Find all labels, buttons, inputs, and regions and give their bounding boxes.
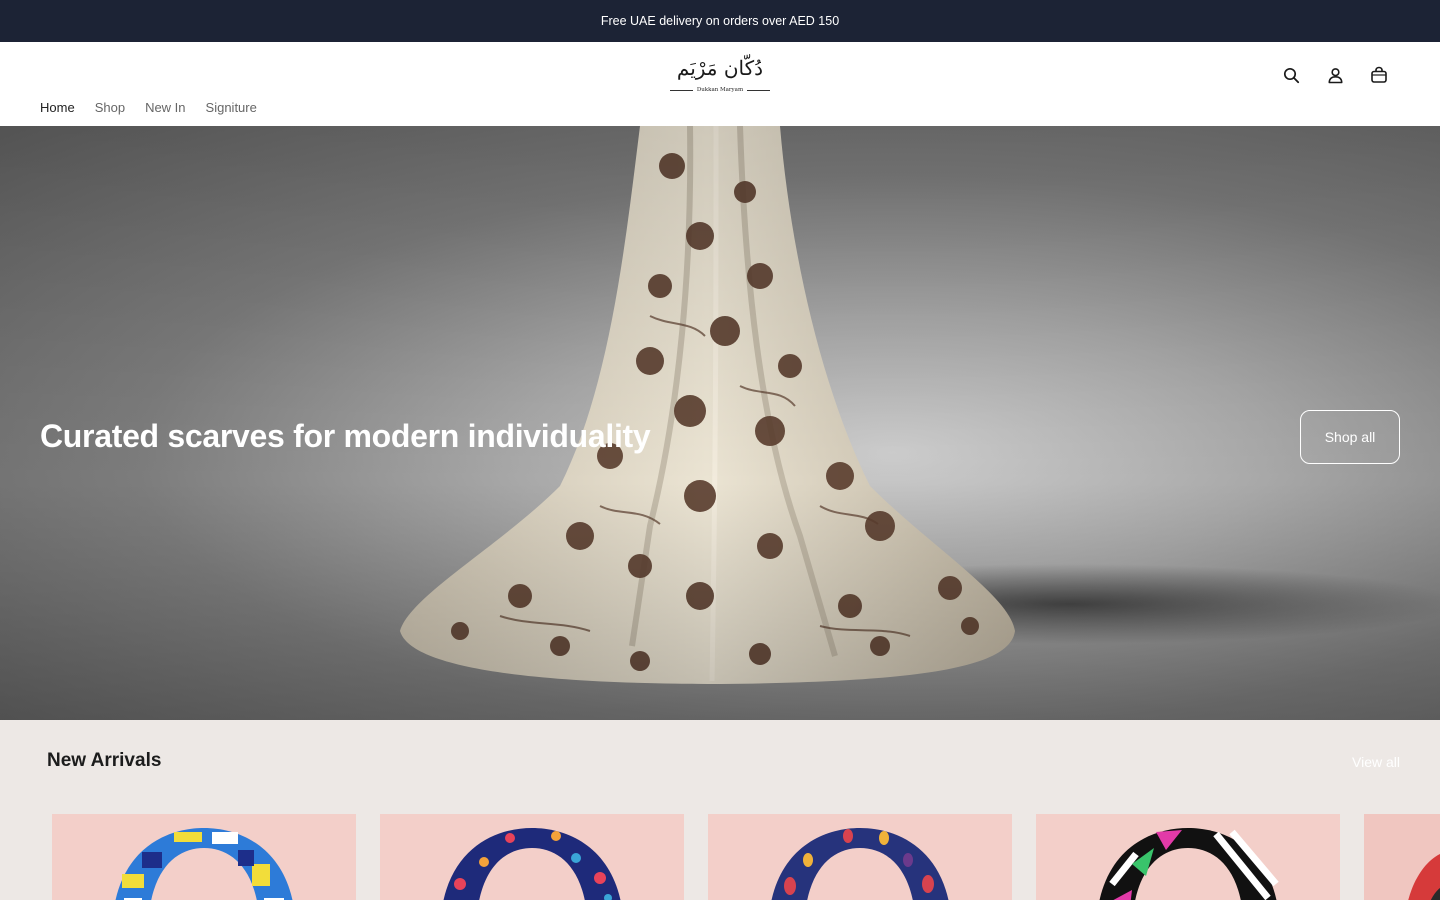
section-title: New Arrivals: [47, 750, 162, 771]
product-image: [115, 828, 293, 900]
main-nav: Home Shop New In Signiture: [40, 100, 257, 115]
product-card[interactable]: [708, 814, 1012, 900]
shop-all-button[interactable]: Shop all: [1300, 410, 1400, 464]
product-card[interactable]: [380, 814, 684, 900]
nav-item-shop[interactable]: Shop: [95, 100, 125, 115]
logo-rule-left: [670, 89, 693, 91]
hero-title: Curated scarves for modern individuality: [40, 418, 651, 454]
account-icon[interactable]: [1324, 64, 1346, 86]
nav-item-new-in[interactable]: New In: [145, 100, 185, 115]
product-card[interactable]: [52, 814, 356, 900]
logo-subtitle-row: Dukkan Maryam: [670, 84, 770, 96]
new-arrivals-section: New Arrivals View all: [0, 720, 1440, 900]
store-logo[interactable]: دُكّان مَرْيَم Dukkan Maryam: [668, 56, 772, 96]
product-image: [771, 828, 949, 900]
product-image: [1099, 828, 1279, 900]
nav-item-home[interactable]: Home: [40, 100, 75, 115]
logo-rule-right: [747, 89, 770, 91]
nav-item-signiture[interactable]: Signiture: [206, 100, 257, 115]
product-card[interactable]: [1364, 814, 1440, 900]
product-card[interactable]: [1036, 814, 1340, 900]
hero-banner: Curated scarves for modern individuality…: [0, 126, 1440, 720]
cart-icon[interactable]: [1368, 64, 1390, 86]
logo-english: Dukkan Maryam: [696, 87, 744, 93]
announcement-text: Free UAE delivery on orders over AED 150: [600, 14, 840, 28]
view-all-link[interactable]: View all: [1352, 754, 1400, 770]
product-image: [443, 828, 621, 900]
site-header: دُكّان مَرْيَم Dukkan Maryam Home Shop N…: [0, 42, 1440, 126]
product-image: [1364, 814, 1440, 900]
logo-arabic: دُكّان مَرْيَم: [676, 56, 764, 80]
search-icon[interactable]: [1280, 64, 1302, 86]
header-actions: [1280, 64, 1390, 86]
announcement-bar: Free UAE delivery on orders over AED 150: [0, 0, 1440, 42]
